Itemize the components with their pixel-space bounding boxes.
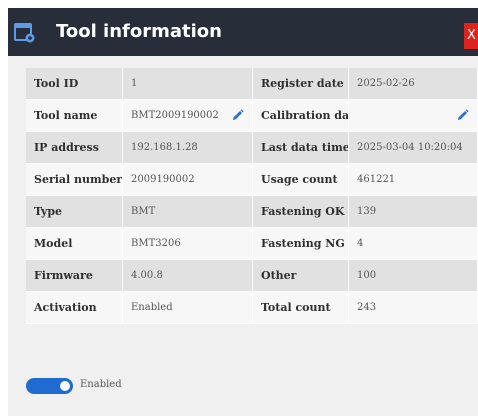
field-value: Enabled — [123, 292, 253, 324]
field-value-text: 2025-03-04 10:20:04 — [357, 142, 463, 153]
toggle-label: Enabled — [80, 379, 122, 390]
field-label: Activation — [26, 292, 123, 324]
field-label: Tool ID — [26, 68, 123, 100]
field-label: Type — [26, 196, 123, 228]
field-value-text: BMT3206 — [131, 238, 181, 249]
tool-info-table: Tool ID 1 Register date 2025-02-26 Tool name… — [26, 68, 478, 324]
field-value-text: BMT — [131, 206, 156, 217]
field-value: BMT3206 — [123, 228, 253, 260]
field-value: 100 — [349, 260, 478, 292]
field-label: Serial number — [26, 164, 123, 196]
field-label: Tool name — [26, 100, 123, 132]
pencil-icon[interactable] — [456, 109, 469, 122]
field-value-text: 139 — [357, 206, 377, 217]
field-value: 192.168.1.28 — [123, 132, 253, 164]
field-value: 2009190002 — [123, 164, 253, 196]
info-row: IP address 192.168.1.28 Last data time 2025… — [26, 132, 478, 164]
field-label: IP address — [26, 132, 123, 164]
dialog-body: Tool ID 1 Register date 2025-02-26 Tool name… — [8, 56, 478, 416]
dialog-title: Tool information — [56, 21, 222, 42]
field-label: Last data time — [253, 132, 349, 164]
field-value-text: 4 — [357, 238, 364, 249]
info-row: Tool ID 1 Register date 2025-02-26 — [26, 68, 478, 100]
info-row: Tool name BMT2009190002 Calibration date — [26, 100, 478, 132]
field-label: Fastening NG — [253, 228, 349, 260]
info-row: Model BMT3206 Fastening NG 4 — [26, 228, 478, 260]
field-label: Calibration date — [253, 100, 349, 132]
field-label: Other — [253, 260, 349, 292]
background-edge — [0, 0, 8, 416]
field-label: Firmware — [26, 260, 123, 292]
field-value-text: 4.00.8 — [131, 270, 163, 281]
field-value-text: 2025-02-26 — [357, 78, 415, 89]
field-value-text: 2009190002 — [131, 174, 195, 185]
info-row: Serial number 2009190002 Usage count 461221 — [26, 164, 478, 196]
field-value-text: 100 — [357, 270, 377, 281]
field-value: 243 — [349, 292, 478, 324]
tool-information-dialog: Tool information X Tool ID 1 Register date… — [8, 8, 478, 416]
info-row: Firmware 4.00.8 Other 100 — [26, 260, 478, 292]
field-value: 4.00.8 — [123, 260, 253, 292]
field-label: Register date — [253, 68, 349, 100]
field-value-text: 461221 — [357, 174, 396, 185]
field-value-text: Enabled — [131, 302, 173, 313]
info-row: Type BMT Fastening OK 139 — [26, 196, 478, 228]
field-value: 2025-03-04 10:20:04 — [349, 132, 478, 164]
field-value: 2025-02-26 — [349, 68, 478, 100]
field-value: 4 — [349, 228, 478, 260]
field-value-text: 192.168.1.28 — [131, 142, 198, 153]
enabled-toggle[interactable] — [26, 378, 73, 394]
dialog-titlebar: Tool information X — [8, 8, 478, 56]
field-value: 1 — [123, 68, 253, 100]
field-label: Model — [26, 228, 123, 260]
field-value-text: BMT2009190002 — [131, 110, 219, 121]
field-value: BMT — [123, 196, 253, 228]
window-settings-icon — [14, 23, 35, 43]
info-row: Activation Enabled Total count 243 — [26, 292, 478, 324]
field-value: 139 — [349, 196, 478, 228]
field-value: 461221 — [349, 164, 478, 196]
field-value-text: 1 — [131, 78, 138, 89]
field-value-text: 243 — [357, 302, 377, 313]
field-label: Fastening OK — [253, 196, 349, 228]
field-label: Total count — [253, 292, 349, 324]
field-value[interactable] — [349, 100, 478, 132]
close-button[interactable]: X — [464, 23, 478, 49]
field-value[interactable]: BMT2009190002 — [123, 100, 253, 132]
toggle-knob — [60, 381, 70, 391]
pencil-icon[interactable] — [231, 109, 244, 122]
field-label: Usage count — [253, 164, 349, 196]
